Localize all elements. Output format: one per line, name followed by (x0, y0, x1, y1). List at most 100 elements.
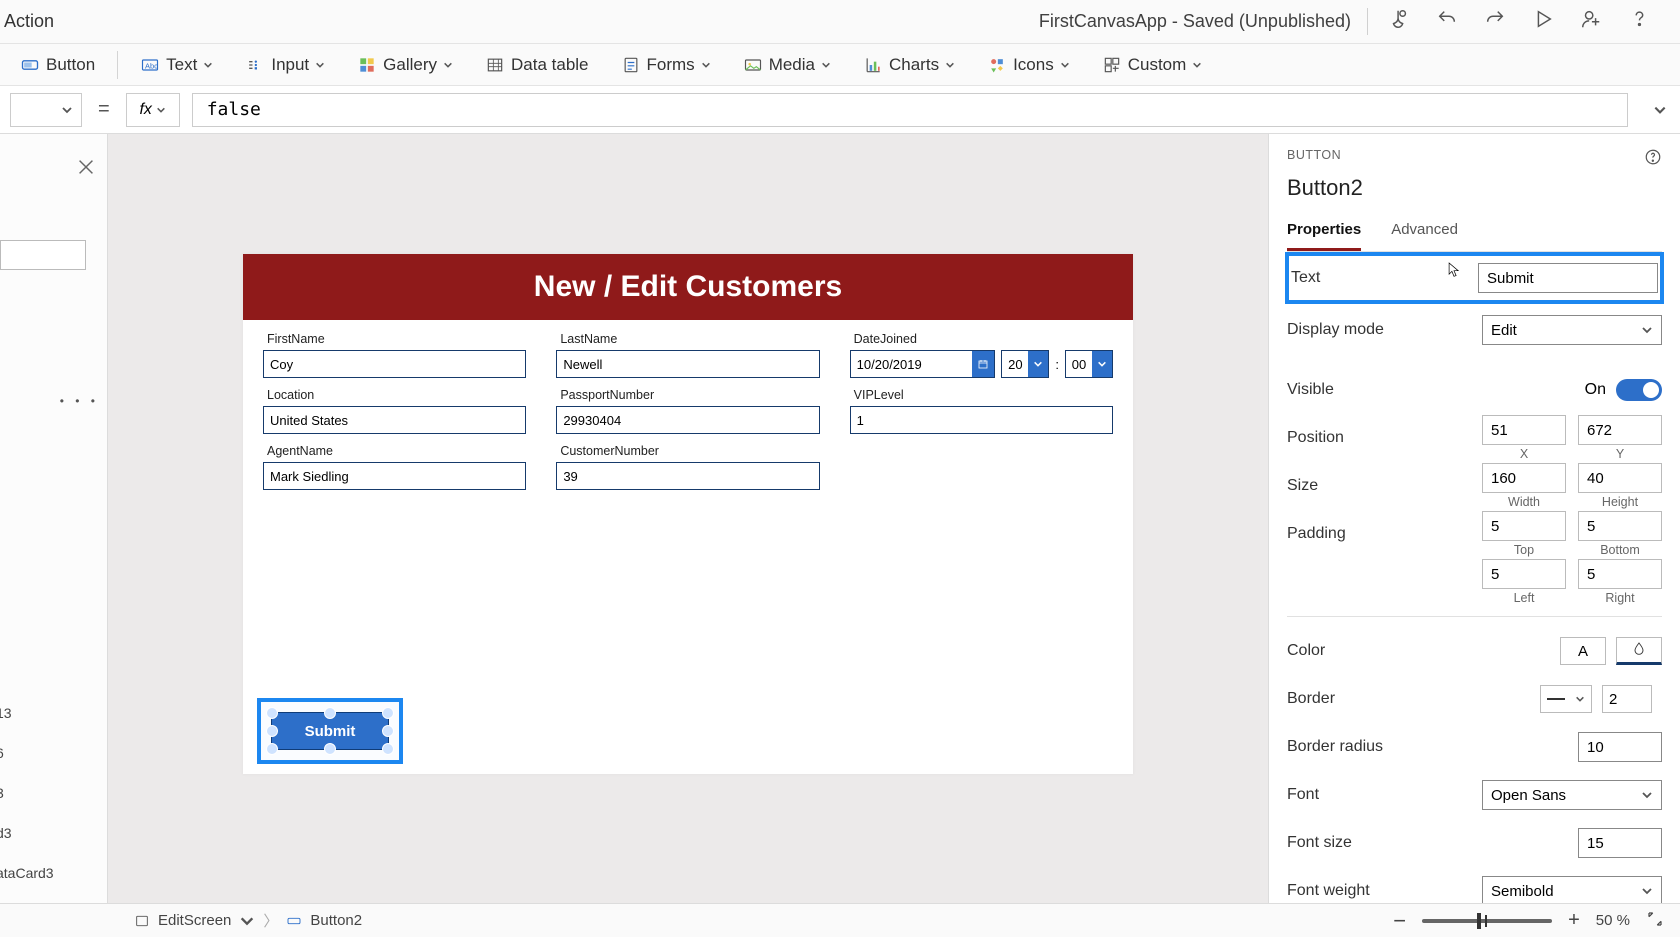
passport-input[interactable] (556, 406, 819, 434)
location-input[interactable] (263, 406, 526, 434)
property-selector[interactable] (10, 93, 82, 127)
prop-border: Border (1287, 675, 1662, 723)
pad-left-input[interactable] (1482, 559, 1566, 589)
insert-custom[interactable]: Custom (1088, 51, 1217, 79)
insert-text[interactable]: Abc Text (126, 51, 227, 79)
field-lastname: LastName (556, 332, 819, 378)
zoom-out-icon[interactable]: − (1393, 908, 1406, 934)
undo-icon[interactable] (1436, 8, 1458, 35)
component-name: Button2 (1287, 175, 1662, 201)
agent-input[interactable] (263, 462, 526, 490)
formula-expand-icon[interactable] (1640, 103, 1680, 117)
border-radius-input[interactable] (1578, 732, 1662, 762)
size-h-input[interactable] (1578, 463, 1662, 493)
tab-advanced[interactable]: Advanced (1391, 215, 1458, 251)
selection-highlight: Submit (257, 698, 403, 764)
insert-datatable[interactable]: Data table (471, 51, 603, 79)
resize-handle[interactable] (266, 707, 278, 719)
prop-size: Size Width Height (1287, 462, 1662, 510)
vip-input[interactable] (850, 406, 1113, 434)
field-location: Location (263, 388, 526, 434)
border-style-select[interactable] (1540, 685, 1592, 713)
resize-handle[interactable] (266, 743, 278, 755)
prop-fontweight-label: Font weight (1287, 882, 1470, 900)
pos-x-input[interactable] (1482, 415, 1566, 445)
fill-color-button[interactable] (1616, 637, 1662, 665)
resize-handle[interactable] (266, 725, 278, 737)
hour-dropdown[interactable]: 20 (1001, 350, 1049, 378)
breadcrumb-control: Button2 (310, 912, 362, 929)
zoom-slider[interactable] (1422, 919, 1552, 923)
font-weight-select[interactable]: Semibold (1482, 876, 1662, 903)
fx-button[interactable]: fx (126, 93, 180, 127)
resize-handle[interactable] (324, 743, 336, 755)
pad-top-input[interactable] (1482, 511, 1566, 541)
insert-gallery[interactable]: Gallery (343, 51, 467, 79)
app-checker-icon[interactable] (1388, 8, 1410, 35)
share-user-icon[interactable] (1580, 8, 1602, 35)
formula-input[interactable]: false (192, 93, 1628, 127)
insert-ribbon: Button Abc Text Input Gallery Data table… (0, 44, 1680, 86)
fit-to-screen-icon[interactable] (1646, 910, 1664, 932)
field-firstname: FirstName (263, 332, 526, 378)
prop-displaymode-select[interactable]: Edit (1482, 315, 1662, 345)
app-title: FirstCanvasApp - Saved (Unpublished) (1039, 11, 1367, 32)
date-picker[interactable]: 10/20/2019 (850, 350, 996, 378)
font-select[interactable]: Open Sans (1482, 780, 1662, 810)
font-size-input[interactable] (1578, 828, 1662, 858)
tree-search-input[interactable] (0, 240, 86, 270)
size-w-input[interactable] (1482, 463, 1566, 493)
agent-label: AgentName (263, 444, 526, 458)
firstname-label: FirstName (263, 332, 526, 346)
field-agent: AgentName (263, 444, 526, 490)
tab-properties[interactable]: Properties (1287, 215, 1361, 251)
insert-charts[interactable]: Charts (849, 51, 969, 79)
visible-toggle[interactable] (1616, 379, 1662, 401)
prop-visible-label: Visible (1287, 381, 1573, 399)
insert-media[interactable]: Media (729, 51, 845, 79)
firstname-input[interactable] (263, 350, 526, 378)
resize-handle[interactable] (382, 725, 394, 737)
canvas-area[interactable]: New / Edit Customers FirstName LastName … (108, 134, 1268, 903)
font-color-button[interactable]: A (1560, 637, 1606, 665)
insert-input[interactable]: Input (231, 51, 339, 79)
insert-media-label: Media (769, 55, 815, 75)
screen-title: New / Edit Customers (243, 254, 1133, 320)
pad-right-input[interactable] (1578, 559, 1662, 589)
field-vip: VIPLevel (850, 388, 1113, 434)
insert-forms[interactable]: Forms (607, 51, 725, 79)
pad-bottom-input[interactable] (1578, 511, 1662, 541)
play-preview-icon[interactable] (1532, 8, 1554, 35)
passport-label: PassportNumber (556, 388, 819, 402)
help-icon[interactable] (1628, 8, 1650, 35)
close-panel-icon[interactable] (75, 156, 97, 178)
minute-dropdown[interactable]: 00 (1065, 350, 1113, 378)
insert-icons[interactable]: Icons (973, 51, 1084, 79)
submit-button[interactable]: Submit (271, 712, 389, 750)
insert-button[interactable]: Button (6, 51, 109, 79)
field-passport: PassportNumber (556, 388, 819, 434)
component-type: BUTTON (1287, 148, 1341, 169)
redo-icon[interactable] (1484, 8, 1506, 35)
calendar-icon[interactable] (972, 351, 994, 377)
prop-font: Font Open Sans (1287, 771, 1662, 819)
lastname-input[interactable] (556, 350, 819, 378)
custno-input[interactable] (556, 462, 819, 490)
border-width-input[interactable] (1602, 685, 1652, 713)
pos-y-input[interactable] (1578, 415, 1662, 445)
breadcrumb[interactable]: EditScreen 〉 Button2 (134, 910, 362, 931)
resize-handle[interactable] (382, 707, 394, 719)
custno-label: CustomerNumber (556, 444, 819, 458)
prop-position-label: Position (1287, 429, 1470, 447)
chevron-down-icon (1092, 351, 1112, 377)
panel-help-icon[interactable] (1644, 148, 1662, 169)
resize-handle[interactable] (324, 707, 336, 719)
action-menu[interactable]: Action (0, 11, 54, 32)
prop-border-label: Border (1287, 690, 1528, 708)
prop-padding-2: Left Right (1287, 558, 1662, 606)
resize-handle[interactable] (382, 743, 394, 755)
zoom-in-icon[interactable]: + (1568, 909, 1580, 932)
tree-item-menu-icon[interactable]: • • • (60, 394, 99, 408)
prop-borderradius-label: Border radius (1287, 738, 1566, 756)
prop-text-input[interactable] (1478, 263, 1658, 293)
